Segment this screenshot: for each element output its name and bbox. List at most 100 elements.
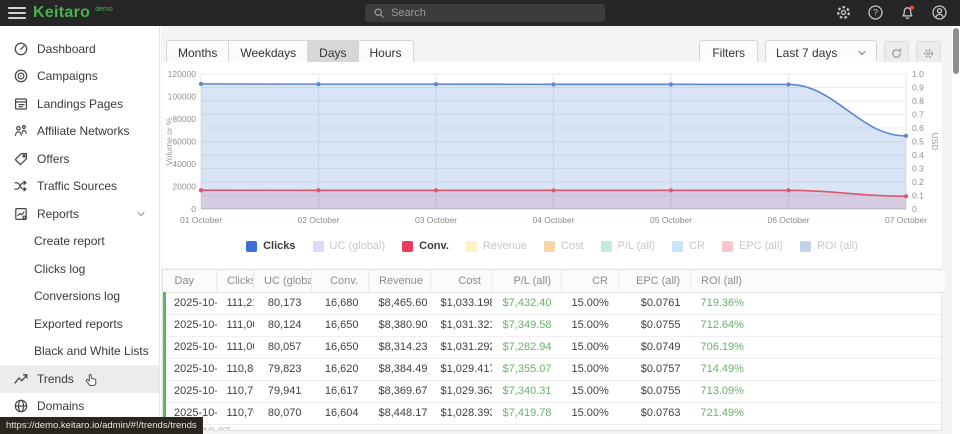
column-header-conv[interactable]: Conv. xyxy=(312,270,369,292)
svg-text:07 October: 07 October xyxy=(885,215,927,225)
sidebar-item-label: Black and White Lists xyxy=(34,344,149,358)
sidebar-item-label: Dashboard xyxy=(37,42,96,56)
cell-uc-global: 80,173 xyxy=(254,292,312,314)
legend-swatch xyxy=(313,241,324,252)
svg-text:0.1: 0.1 xyxy=(912,191,924,201)
cell-epc-all: $0.0761 xyxy=(619,292,691,314)
cell-day: 2025-10-05 xyxy=(165,380,217,402)
column-header-epc-all[interactable]: EPC (all) xyxy=(619,270,691,292)
svg-text:80000: 80000 xyxy=(172,114,196,124)
sidebar-item-exported-reports[interactable]: Exported reports xyxy=(0,310,159,338)
sidebar-item-domains[interactable]: Domains xyxy=(0,393,159,421)
sidebar-item-reports[interactable]: Reports xyxy=(0,200,159,228)
search-input[interactable] xyxy=(391,7,605,19)
cell-day: 2025-10-04 xyxy=(165,358,217,380)
cell-clicks: 111,00 xyxy=(217,314,254,336)
cell-p-l-all: $7,349.58 xyxy=(492,314,562,336)
column-header-revenue[interactable]: Revenue xyxy=(369,270,431,292)
cell-epc-all: $0.0755 xyxy=(619,314,691,336)
reports-icon xyxy=(13,206,29,222)
cell-revenue: $8,380.90 xyxy=(369,314,431,336)
cell-roi-all: 719.36% xyxy=(691,292,945,314)
svg-text:USD: USD xyxy=(930,133,940,151)
sidebar-item-campaigns[interactable]: Campaigns xyxy=(0,63,159,91)
top-bar: Keitaro demo ? xyxy=(0,0,960,26)
column-header-p-l-all[interactable]: P/L (all) xyxy=(492,270,562,292)
cell-epc-all: $0.0749 xyxy=(619,336,691,358)
legend-item-cost[interactable]: Cost xyxy=(544,240,584,252)
legend-item-p-l-all[interactable]: P/L (all) xyxy=(601,240,656,252)
svg-text:0.8: 0.8 xyxy=(912,96,924,106)
user-account-icon[interactable] xyxy=(931,4,948,21)
notifications-bell-icon[interactable] xyxy=(899,4,916,21)
column-header-clicks[interactable]: Clicks xyxy=(217,270,254,292)
cell-uc-global: 80,070 xyxy=(254,402,312,424)
legend-item-revenue[interactable]: Revenue xyxy=(466,240,527,252)
svg-text:0: 0 xyxy=(912,204,917,214)
cell-conv: 16,650 xyxy=(312,314,369,336)
sidebar-item-label: Landings Pages xyxy=(37,97,123,111)
cell-clicks: 110,70 xyxy=(217,402,254,424)
cell-roi-all: 721.49% xyxy=(691,402,945,424)
column-header-day[interactable]: Day xyxy=(165,270,217,292)
legend-label: EPC (all) xyxy=(739,240,783,252)
sidebar-item-create-report[interactable]: Create report xyxy=(0,228,159,256)
cell-cost: $1,031.3216 xyxy=(431,314,492,336)
cell-p-l-all: $7,355.07 xyxy=(492,358,562,380)
status-url-tooltip: https://demo.keitaro.io/admin/#!/trends/… xyxy=(0,417,203,434)
sidebar-item-trends[interactable]: Trends xyxy=(0,365,159,393)
help-icon[interactable]: ? xyxy=(867,4,884,21)
cell-roi-all: 713.09% xyxy=(691,380,945,402)
legend-item-uc-global[interactable]: UC (global) xyxy=(313,240,386,252)
sidebar-item-traffic-sources[interactable]: Traffic Sources xyxy=(0,173,159,201)
legend-swatch xyxy=(800,241,811,252)
legend-item-roi-all[interactable]: ROI (all) xyxy=(800,240,858,252)
cell-day: 2025-10-01 xyxy=(165,292,217,314)
sidebar-item-affiliate-networks[interactable]: Affiliate Networks xyxy=(0,118,159,146)
globe-icon xyxy=(13,398,29,414)
svg-text:05 October: 05 October xyxy=(650,215,692,225)
svg-text:0.4: 0.4 xyxy=(912,150,924,160)
hamburger-menu-icon[interactable] xyxy=(8,5,26,21)
sidebar-item-label: Exported reports xyxy=(34,317,123,331)
cell-epc-all: $0.0755 xyxy=(619,380,691,402)
sidebar-item-landings-pages[interactable]: Landings Pages xyxy=(0,90,159,118)
legend-label: Clicks xyxy=(263,240,295,252)
global-search[interactable] xyxy=(365,4,605,22)
legend-item-conv[interactable]: Conv. xyxy=(402,240,449,252)
vertical-scrollbar-thumb[interactable] xyxy=(953,28,959,74)
column-header-cr[interactable]: CR xyxy=(562,270,619,292)
traffic-source-icon xyxy=(13,178,29,194)
legend-item-cr[interactable]: CR xyxy=(672,240,705,252)
sidebar-item-conversions-log[interactable]: Conversions log xyxy=(0,283,159,311)
cell-uc-global: 80,124 xyxy=(254,314,312,336)
table-header-row: DayClicksUC (global)Conv.RevenueCostP/L … xyxy=(165,270,945,292)
offer-tag-icon xyxy=(13,151,29,167)
legend-item-epc-all[interactable]: EPC (all) xyxy=(722,240,783,252)
trends-table-wrap: DayClicksUC (global)Conv.RevenueCostP/L … xyxy=(162,269,942,431)
dashboard-icon xyxy=(13,41,29,57)
affiliate-network-icon xyxy=(13,123,29,139)
sidebar-item-dashboard[interactable]: Dashboard xyxy=(0,35,159,63)
legend-item-clicks[interactable]: Clicks xyxy=(246,240,295,252)
svg-text:60000: 60000 xyxy=(172,137,196,147)
legend-swatch xyxy=(601,241,612,252)
column-header-roi-all[interactable]: ROI (all) xyxy=(691,270,945,292)
app-logo[interactable]: Keitaro demo xyxy=(33,3,113,23)
cell-conv: 16,680 xyxy=(312,292,369,314)
sidebar-item-clicks-log[interactable]: Clicks log xyxy=(0,255,159,283)
sidebar-item-label: Domains xyxy=(37,399,84,413)
cell-conv: 16,604 xyxy=(312,402,369,424)
legend-label: P/L (all) xyxy=(618,240,656,252)
cell-cost: $1,031.2928 xyxy=(431,336,492,358)
sidebar-item-black-and-white-lists[interactable]: Black and White Lists xyxy=(0,338,159,366)
cell-revenue: $8,448.17 xyxy=(369,402,431,424)
column-header-cost[interactable]: Cost xyxy=(431,270,492,292)
sidebar-item-offers[interactable]: Offers xyxy=(0,145,159,173)
settings-gear-icon[interactable] xyxy=(835,4,852,21)
cell-p-l-all: $7,282.94 xyxy=(492,336,562,358)
cell-clicks: 111,21 xyxy=(217,292,254,314)
column-header-uc-global[interactable]: UC (global) xyxy=(254,270,312,292)
svg-text:0.7: 0.7 xyxy=(912,110,924,120)
legend-swatch xyxy=(402,241,413,252)
